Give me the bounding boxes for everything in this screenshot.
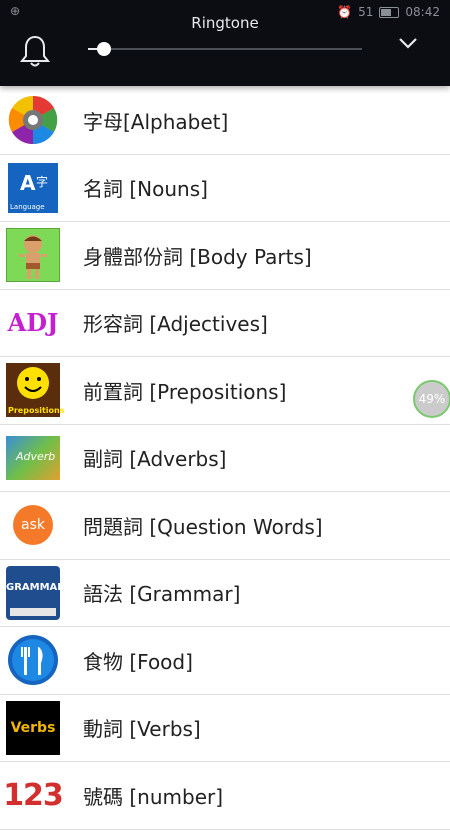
adverb-picture-icon: Adverb [5, 430, 61, 486]
list-item-label: 動詞 [Verbs] [83, 717, 201, 742]
list-item-label: 副詞 [Adverbs] [83, 447, 227, 472]
bell-icon[interactable] [20, 34, 50, 68]
chevron-down-icon[interactable] [398, 36, 418, 50]
grammar-book-icon: GRAMMAR [5, 565, 65, 621]
list-item-adjectives[interactable]: ADJ 形容詞 [Adjectives] [0, 290, 450, 357]
list-item-question-words[interactable]: ask 問題詞 [Question Words] [0, 492, 450, 560]
icon-caption: ask [13, 505, 53, 546]
list-item-label: 問題詞 [Question Words] [83, 514, 323, 539]
list-item-alphabet[interactable]: 字母[Alphabet] [0, 87, 450, 155]
icon-caption: Language [10, 202, 45, 211]
volume-panel: ⊕ ⏰ 51 08:42 Ringtone [0, 0, 450, 86]
list-item-prepositions[interactable]: Prepositions 前置詞 [Prepositions] [0, 357, 450, 425]
language-icon: A 字 Language [5, 160, 61, 216]
list-item-label: 字母[Alphabet] [83, 109, 229, 134]
ask-bubble-icon: ask [5, 497, 61, 553]
list-item-label: 號碼 [number] [83, 784, 224, 809]
smiley-icon: Prepositions [5, 362, 65, 418]
progress-badge[interactable]: 49% [413, 380, 450, 418]
list-item-label: 語法 [Grammar] [83, 582, 241, 607]
icon-caption: Adverb [16, 449, 56, 463]
list-item-verbs[interactable]: Verbs 動詞 [Verbs] [0, 695, 450, 762]
icon-caption: Verbs [6, 700, 60, 755]
category-list: 字母[Alphabet] A 字 Language 名詞 [Nouns] 身體部… [0, 87, 450, 830]
list-item-label: 形容詞 [Adjectives] [83, 312, 268, 337]
list-item-nouns[interactable]: A 字 Language 名詞 [Nouns] [0, 155, 450, 222]
list-item-grammar[interactable]: GRAMMAR 語法 [Grammar] [0, 560, 450, 627]
volume-title: Ringtone [191, 14, 259, 32]
alphabet-wheel-icon [5, 92, 61, 148]
icon-caption: Prepositions [8, 406, 65, 416]
volume-slider-thumb[interactable] [97, 42, 112, 56]
fork-knife-icon [5, 632, 61, 688]
icon-caption: ADJ [7, 308, 59, 338]
list-item-adverbs[interactable]: Adverb 副詞 [Adverbs] [0, 425, 450, 492]
list-item-label: 前置詞 [Prepositions] [83, 379, 287, 404]
list-item-label: 名詞 [Nouns] [83, 177, 208, 202]
adj-text-icon: ADJ [5, 295, 61, 351]
list-item-label: 身體部份詞 [Body Parts] [83, 244, 312, 269]
boy-figure-icon [5, 227, 61, 283]
list-item-food[interactable]: 食物 [Food] [0, 627, 450, 695]
list-item-label: 食物 [Food] [83, 649, 193, 674]
list-item-number[interactable]: 123 號碼 [number] [0, 762, 450, 830]
volume-slider[interactable] [88, 42, 362, 56]
verbs-text-icon: Verbs [5, 700, 61, 756]
numbers-123-icon: 123 [3, 767, 64, 823]
icon-caption: GRAMMAR [6, 581, 65, 593]
icon-caption: 123 [3, 777, 64, 813]
list-item-body-parts[interactable]: 身體部份詞 [Body Parts] [0, 222, 450, 290]
